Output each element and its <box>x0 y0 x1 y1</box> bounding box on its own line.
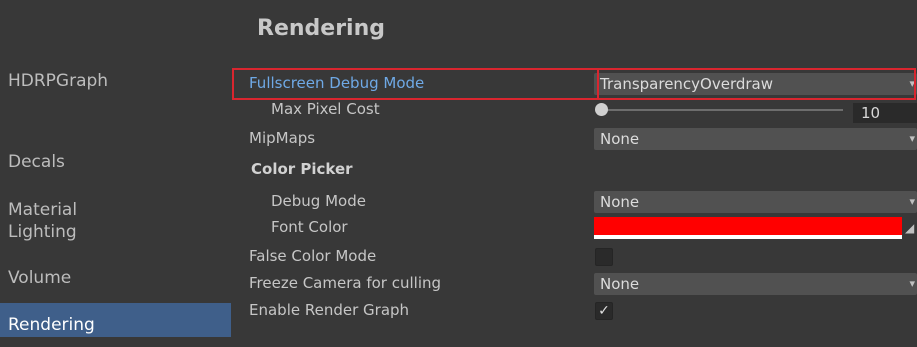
color-picker-header-row: Color Picker <box>231 158 917 182</box>
freeze-camera-value: None <box>600 275 640 293</box>
max-pixel-cost-slider-handle[interactable] <box>595 103 608 116</box>
false-color-mode-label: False Color Mode <box>249 247 377 265</box>
debug-mode-value: None <box>600 193 640 211</box>
sidebar: HDRPGraph Decals Material Lighting Volum… <box>0 0 231 337</box>
eyedropper-icon[interactable]: ◢ <box>905 221 914 235</box>
color-picker-header: Color Picker <box>251 160 353 178</box>
max-pixel-cost-row: Max Pixel Cost 10 <box>231 100 917 123</box>
settings-panel: Rendering Fullscreen Debug Mode Transpar… <box>231 0 917 337</box>
sidebar-item-rendering[interactable]: Rendering <box>0 303 231 337</box>
sidebar-item-decals[interactable]: Decals <box>0 140 231 184</box>
false-color-mode-checkbox[interactable] <box>595 248 613 266</box>
max-pixel-cost-slider-track[interactable] <box>603 109 843 111</box>
fullscreen-debug-mode-value: TransparencyOverdraw <box>600 75 774 93</box>
debug-mode-label: Debug Mode <box>271 192 366 210</box>
debug-mode-dropdown[interactable]: None ▾ <box>594 191 917 213</box>
chevron-down-icon: ▾ <box>909 277 915 290</box>
sidebar-item-hdrpgraph[interactable]: HDRPGraph <box>0 59 231 103</box>
freeze-camera-row: Freeze Camera for culling None ▾ <box>231 272 917 296</box>
debug-mode-row: Debug Mode None ▾ <box>231 190 917 214</box>
mipmaps-label: MipMaps <box>249 129 316 147</box>
mipmaps-value: None <box>600 130 640 148</box>
fullscreen-debug-mode-label: Fullscreen Debug Mode <box>249 74 425 92</box>
max-pixel-cost-field[interactable]: 10 <box>853 103 917 123</box>
false-color-mode-row: False Color Mode <box>231 245 917 269</box>
checkmark-icon: ✓ <box>598 303 610 319</box>
font-color-row: Font Color ◢ <box>231 216 917 240</box>
font-color-label: Font Color <box>271 218 348 236</box>
freeze-camera-label: Freeze Camera for culling <box>249 274 442 292</box>
enable-render-graph-label: Enable Render Graph <box>249 301 410 319</box>
fullscreen-debug-mode-row: Fullscreen Debug Mode TransparencyOverdr… <box>231 72 917 96</box>
fullscreen-debug-mode-dropdown[interactable]: TransparencyOverdraw ▾ <box>594 73 917 95</box>
max-pixel-cost-label: Max Pixel Cost <box>271 100 380 118</box>
chevron-down-icon: ▾ <box>909 132 915 145</box>
mipmaps-dropdown[interactable]: None ▾ <box>594 128 917 150</box>
freeze-camera-dropdown[interactable]: None ▾ <box>594 273 917 295</box>
enable-render-graph-checkbox[interactable]: ✓ <box>595 302 613 320</box>
page-title: Rendering <box>257 16 385 41</box>
chevron-down-icon: ▾ <box>909 77 915 90</box>
mipmaps-row: MipMaps None ▾ <box>231 127 917 151</box>
font-color-swatch[interactable] <box>594 217 902 239</box>
chevron-down-icon: ▾ <box>909 195 915 208</box>
sidebar-item-lighting[interactable]: Lighting <box>0 210 231 254</box>
enable-render-graph-row: Enable Render Graph ✓ <box>231 299 917 323</box>
sidebar-item-volume[interactable]: Volume <box>0 256 231 300</box>
